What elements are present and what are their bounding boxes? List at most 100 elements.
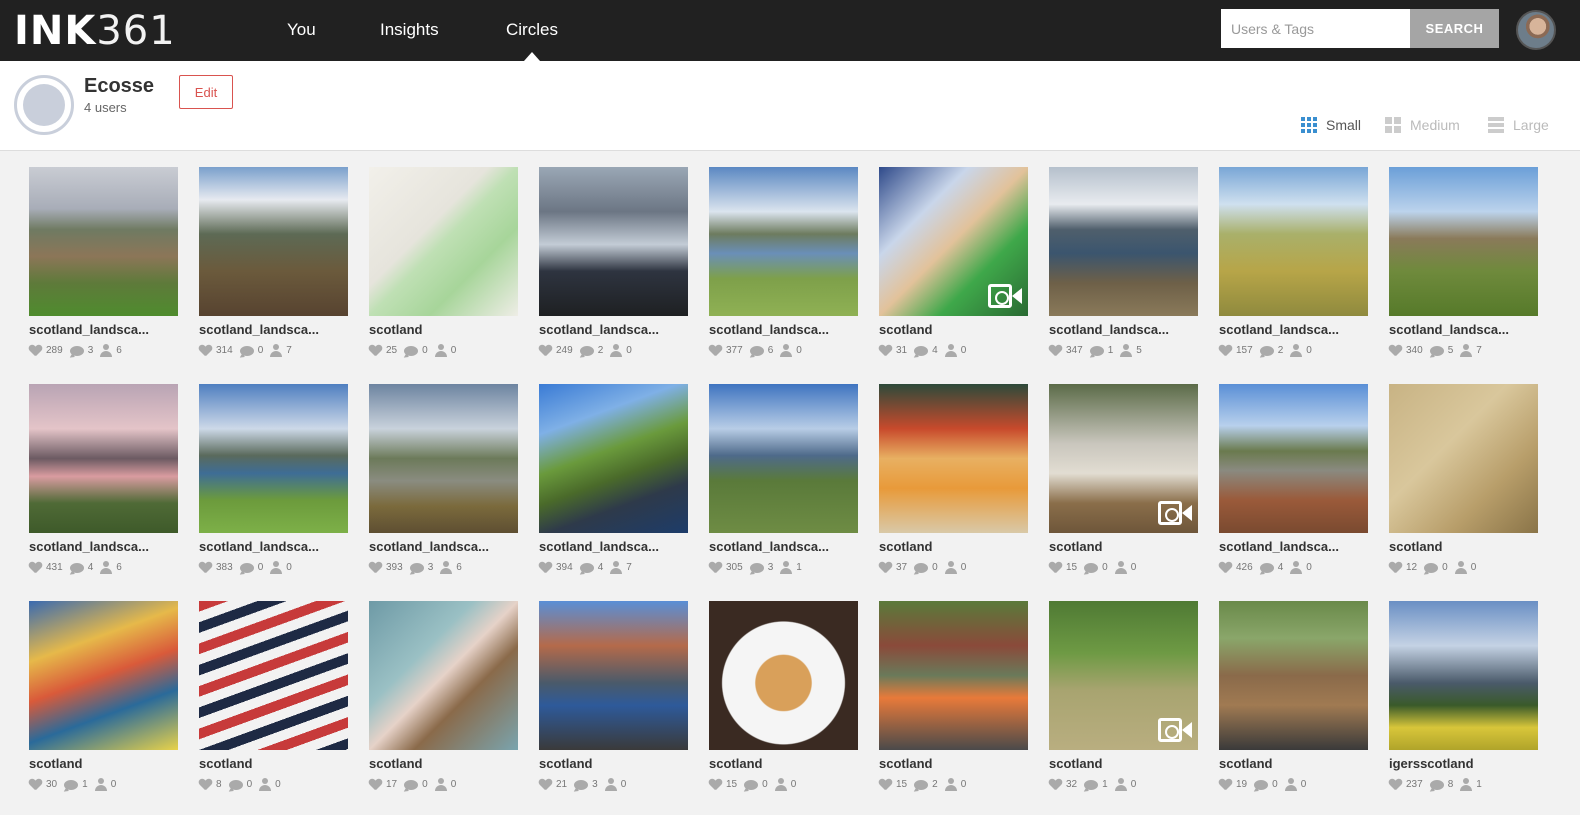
- photo-thumbnail[interactable]: [1389, 601, 1538, 750]
- photo-tile[interactable]: scotland_landsca... 249 2 0: [539, 167, 688, 367]
- photo-tile[interactable]: scotland 25 0 0: [369, 167, 518, 367]
- photo-thumbnail[interactable]: [1389, 384, 1538, 533]
- user-avatar[interactable]: [1516, 10, 1556, 50]
- photo-tile[interactable]: scotland_landsca... 157 2 0: [1219, 167, 1368, 367]
- photo-tag-link[interactable]: scotland_landsca...: [1219, 539, 1379, 554]
- search-input[interactable]: [1221, 9, 1410, 48]
- photo-tile[interactable]: scotland 15 0 0: [709, 601, 858, 801]
- photo-tile[interactable]: scotland_landsca... 377 6 0: [709, 167, 858, 367]
- photo-tile[interactable]: scotland 17 0 0: [369, 601, 518, 801]
- photo-tag-link[interactable]: scotland_landsca...: [1389, 322, 1549, 337]
- photo-tile[interactable]: scotland_landsca... 347 1 5: [1049, 167, 1198, 367]
- photo-tile[interactable]: scotland 19 0 0: [1219, 601, 1368, 801]
- app-logo[interactable]: INK361: [14, 8, 176, 54]
- photo-tile[interactable]: scotland 15 0 0: [1049, 384, 1198, 584]
- nav-circles[interactable]: Circles: [506, 20, 558, 61]
- photo-tag-link[interactable]: scotland_landsca...: [709, 322, 869, 337]
- photo-tag-link[interactable]: scotland_landsca...: [29, 539, 189, 554]
- photo-tile[interactable]: scotland_landsca... 314 0 7: [199, 167, 348, 367]
- photo-tag-link[interactable]: scotland: [369, 322, 529, 337]
- size-large-option[interactable]: Large: [1488, 117, 1549, 133]
- photo-thumbnail[interactable]: [709, 384, 858, 533]
- likes-count: 393: [386, 562, 403, 573]
- photo-thumbnail[interactable]: [369, 384, 518, 533]
- size-small-option[interactable]: Small: [1301, 117, 1361, 133]
- photo-tag-link[interactable]: scotland: [879, 539, 1039, 554]
- photo-thumbnail[interactable]: [199, 601, 348, 750]
- photo-thumbnail[interactable]: [1049, 601, 1198, 750]
- photo-thumbnail[interactable]: [369, 167, 518, 316]
- photo-tile[interactable]: scotland_landsca... 426 4 0: [1219, 384, 1368, 584]
- photo-thumbnail[interactable]: [199, 167, 348, 316]
- users-count: 7: [286, 345, 292, 356]
- edit-button[interactable]: Edit: [179, 75, 233, 109]
- photo-thumbnail[interactable]: [539, 167, 688, 316]
- photo-thumbnail[interactable]: [709, 601, 858, 750]
- photo-tag-link[interactable]: scotland_landsca...: [709, 539, 869, 554]
- photo-tag-link[interactable]: scotland: [1219, 756, 1379, 771]
- photo-thumbnail[interactable]: [879, 601, 1028, 750]
- photo-thumbnail[interactable]: [1389, 167, 1538, 316]
- photo-tile[interactable]: scotland_landsca... 394 4 7: [539, 384, 688, 584]
- photo-tile[interactable]: scotland_landsca... 431 4 6: [29, 384, 178, 584]
- photo-tile[interactable]: scotland_landsca... 340 5 7: [1389, 167, 1538, 367]
- photo-tag-link[interactable]: scotland_landsca...: [369, 539, 529, 554]
- photo-tile[interactable]: scotland 32 1 0: [1049, 601, 1198, 801]
- photo-thumbnail[interactable]: [709, 167, 858, 316]
- photo-tile[interactable]: scotland_landsca... 289 3 6: [29, 167, 178, 367]
- photo-tag-link[interactable]: scotland_landsca...: [199, 322, 359, 337]
- photo-thumbnail[interactable]: [29, 384, 178, 533]
- photo-tag-link[interactable]: scotland: [879, 756, 1039, 771]
- photo-thumbnail[interactable]: [539, 601, 688, 750]
- photo-tile[interactable]: scotland 31 4 0: [879, 167, 1028, 367]
- photo-thumbnail[interactable]: [29, 167, 178, 316]
- photo-tag-link[interactable]: scotland: [879, 322, 1039, 337]
- heart-icon: [709, 345, 722, 356]
- photo-tag-link[interactable]: scotland: [1389, 539, 1549, 554]
- user-icon: [434, 344, 447, 357]
- photo-thumbnail[interactable]: [1049, 167, 1198, 316]
- photo-tile[interactable]: scotland 30 1 0: [29, 601, 178, 801]
- photo-tag-link[interactable]: scotland_landsca...: [199, 539, 359, 554]
- photo-thumbnail[interactable]: [1219, 384, 1368, 533]
- photo-thumbnail[interactable]: [1219, 601, 1368, 750]
- photo-tag-link[interactable]: scotland: [539, 756, 699, 771]
- photo-tile[interactable]: scotland 8 0 0: [199, 601, 348, 801]
- photo-thumbnail[interactable]: [879, 384, 1028, 533]
- photo-tile[interactable]: scotland_landsca... 393 3 6: [369, 384, 518, 584]
- photo-tag-link[interactable]: scotland_landsca...: [539, 322, 699, 337]
- photo-thumbnail[interactable]: [1219, 167, 1368, 316]
- photo-tag-link[interactable]: scotland: [29, 756, 189, 771]
- photo-tag-link[interactable]: scotland: [1049, 539, 1209, 554]
- photo-thumbnail[interactable]: [879, 167, 1028, 316]
- photo-tile[interactable]: scotland 15 2 0: [879, 601, 1028, 801]
- photo-tag-link[interactable]: igersscotland: [1389, 756, 1549, 771]
- photo-tag-link[interactable]: scotland: [199, 756, 359, 771]
- photo-thumbnail[interactable]: [369, 601, 518, 750]
- photo-tile[interactable]: scotland 21 3 0: [539, 601, 688, 801]
- photo-tag-link[interactable]: scotland: [1049, 756, 1209, 771]
- photo-tile[interactable]: scotland 12 0 0: [1389, 384, 1538, 584]
- photo-tag-link[interactable]: scotland_landsca...: [539, 539, 699, 554]
- photo-tile[interactable]: igersscotland 237 8 1: [1389, 601, 1538, 801]
- comment-icon: [404, 345, 419, 356]
- photo-thumbnail[interactable]: [29, 601, 178, 750]
- photo-thumbnail[interactable]: [199, 384, 348, 533]
- grid-medium-icon: [1385, 117, 1401, 133]
- search-button[interactable]: SEARCH: [1410, 9, 1499, 48]
- nav-you[interactable]: You: [287, 20, 316, 40]
- size-medium-option[interactable]: Medium: [1385, 117, 1460, 133]
- photo-tag-link[interactable]: scotland: [369, 756, 529, 771]
- photo-tag-link[interactable]: scotland_landsca...: [1219, 322, 1379, 337]
- photo-tag-link[interactable]: scotland_landsca...: [1049, 322, 1209, 337]
- photo-thumbnail[interactable]: [539, 384, 688, 533]
- photo-thumbnail[interactable]: [1049, 384, 1198, 533]
- photo-tile[interactable]: scotland_landsca... 305 3 1: [709, 384, 858, 584]
- photo-tag-link[interactable]: scotland: [709, 756, 869, 771]
- photo-tile[interactable]: scotland_landsca... 383 0 0: [199, 384, 348, 584]
- photo-tile[interactable]: scotland 37 0 0: [879, 384, 1028, 584]
- photo-stats: 249 2 0: [539, 344, 632, 357]
- nav-insights[interactable]: Insights: [380, 20, 439, 40]
- photo-tag-link[interactable]: scotland_landsca...: [29, 322, 189, 337]
- comments-count: 1: [82, 779, 88, 790]
